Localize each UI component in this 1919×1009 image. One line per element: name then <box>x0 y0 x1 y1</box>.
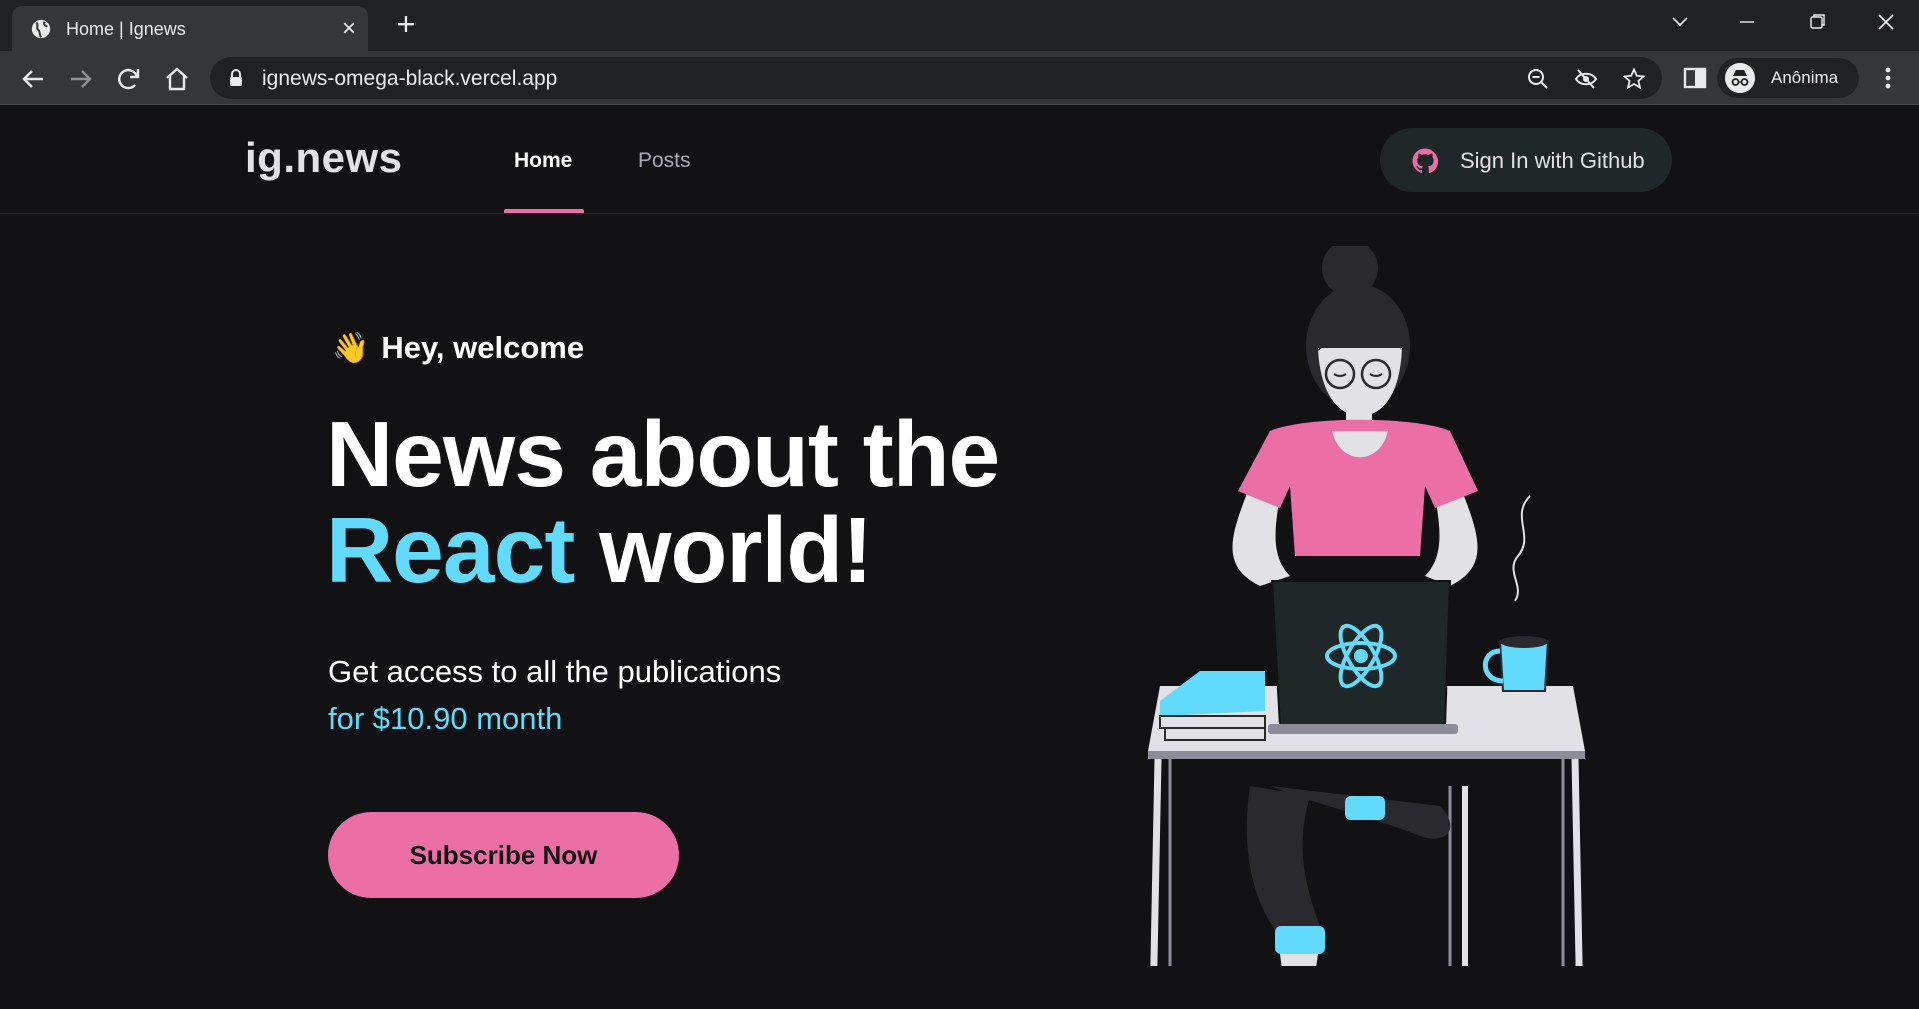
site-header: ig.news Home Posts Sign In with Github <box>0 106 1919 214</box>
forward-icon[interactable] <box>66 64 96 94</box>
minimize-icon[interactable] <box>1727 8 1767 36</box>
close-tab-icon[interactable]: × <box>338 17 360 41</box>
new-tab-button[interactable]: + <box>392 8 420 40</box>
greeting-text: Hey, welcome <box>381 330 585 365</box>
subscribe-now-button[interactable]: Subscribe Now <box>328 812 679 898</box>
welcome-greeting: 👋 Hey, welcome <box>332 330 584 366</box>
browser-tabstrip: Home | Ignews × + <box>0 0 1919 51</box>
headline-accent: React <box>326 498 575 602</box>
headline-rest: world! <box>574 498 873 602</box>
menu-kebab-icon[interactable] <box>1876 65 1900 91</box>
profile-label: Anônima <box>1771 68 1839 87</box>
active-nav-indicator <box>504 209 584 213</box>
page-content: ig.news Home Posts Sign In with Github 👋… <box>0 106 1919 1009</box>
globe-icon <box>31 19 51 39</box>
lock-icon[interactable] <box>228 69 244 87</box>
headline-line-1: News about the <box>326 402 1000 506</box>
browser-tab[interactable]: Home | Ignews × <box>12 6 368 51</box>
access-description: Get access to all the publications <box>328 654 782 689</box>
avatar-illustration <box>1148 246 1585 966</box>
browser-toolbar: ignews-omega-black.vercel.app Anônima <box>0 51 1919 105</box>
back-icon[interactable] <box>18 64 48 94</box>
close-window-icon[interactable] <box>1866 8 1906 36</box>
zoom-out-icon[interactable] <box>1526 67 1550 91</box>
tab-search-icon[interactable] <box>1660 8 1700 36</box>
site-logo[interactable]: ig.news <box>245 134 403 182</box>
waving-hand-icon: 👋 <box>332 332 370 365</box>
subscription-price: for $10.90 month <box>328 701 563 736</box>
headline-line-2: React world! <box>326 502 999 598</box>
eye-off-icon[interactable] <box>1574 67 1598 91</box>
url-text[interactable]: ignews-omega-black.vercel.app <box>262 67 557 91</box>
github-icon <box>1412 148 1438 174</box>
restore-icon[interactable] <box>1797 8 1837 36</box>
incognito-profile-button[interactable]: Anônima <box>1717 58 1859 98</box>
bookmark-star-icon[interactable] <box>1622 67 1646 91</box>
sign-in-github-button[interactable]: Sign In with Github <box>1380 128 1672 192</box>
reload-icon[interactable] <box>114 64 144 94</box>
tab-title: Home | Ignews <box>66 19 186 39</box>
home-icon[interactable] <box>162 64 192 94</box>
side-panel-icon[interactable] <box>1680 63 1710 93</box>
hero-headline: News about the React world! <box>326 402 1000 598</box>
address-bar[interactable]: ignews-omega-black.vercel.app <box>210 57 1662 99</box>
sign-in-label: Sign In with Github <box>1460 148 1645 173</box>
nav-link-posts[interactable]: Posts <box>638 149 691 173</box>
nav-link-home[interactable]: Home <box>514 149 572 173</box>
incognito-icon <box>1725 63 1755 93</box>
